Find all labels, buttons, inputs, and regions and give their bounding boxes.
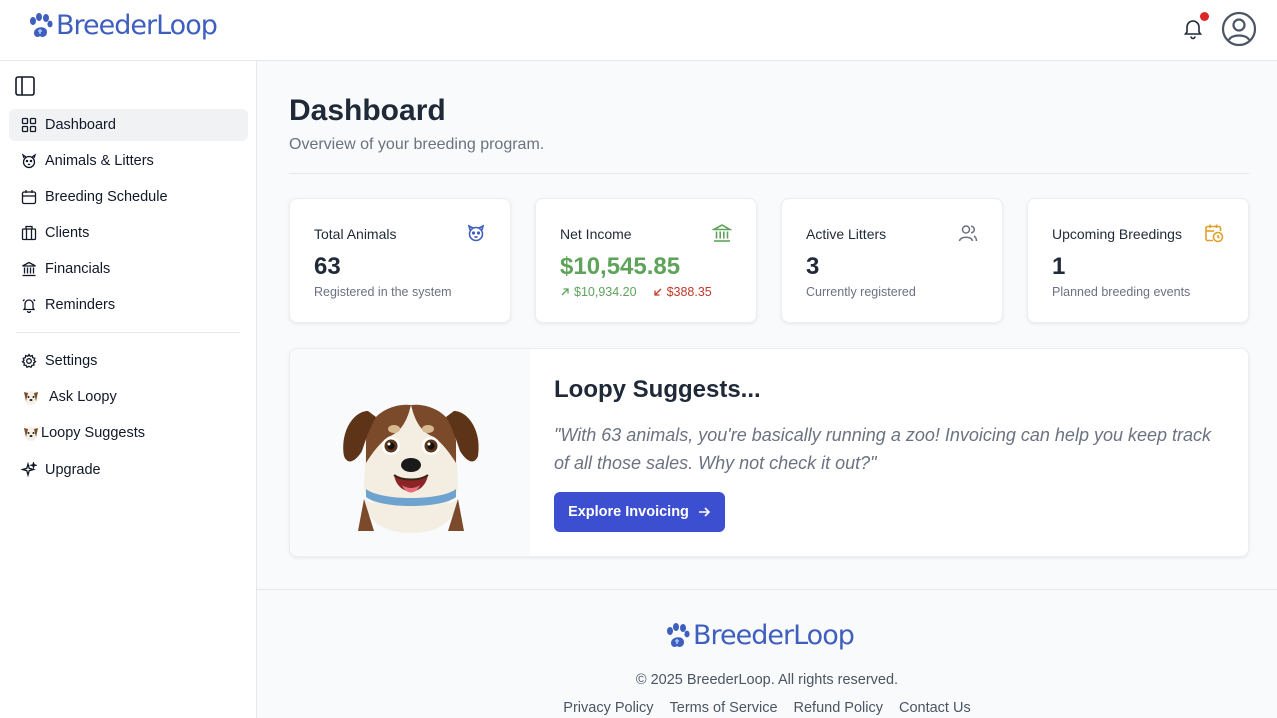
sidebar-item-dashboard[interactable]: Dashboard — [9, 109, 248, 141]
expense-value: $388.35 — [666, 285, 712, 299]
sidebar-item-loopy-suggests[interactable]: Loopy Suggests — [9, 417, 248, 449]
footer-links: Privacy Policy Terms of Service Refund P… — [257, 700, 1277, 716]
suggest-quote: "With 63 animals, you're basically runni… — [554, 425, 1212, 473]
income-total: $10,934.20 — [560, 285, 637, 299]
sidebar-item-breeding-schedule[interactable]: Breeding Schedule — [9, 181, 248, 213]
dog-emoji-icon — [24, 391, 38, 405]
stat-title: Net Income — [560, 226, 632, 242]
explore-invoicing-button[interactable]: Explore Invoicing — [554, 492, 725, 532]
sidebar: Dashboard Animals & Litters Breeding Sch… — [0, 61, 257, 718]
footer-link-contact[interactable]: Contact Us — [899, 700, 971, 716]
page-subtitle: Overview of your breeding program. — [289, 136, 545, 153]
sidebar-item-label: Clients — [45, 225, 90, 241]
notification-dot — [1200, 12, 1209, 21]
button-label: Explore Invoicing — [568, 504, 689, 520]
sidebar-item-label: Settings — [45, 353, 98, 369]
footer-link-refund[interactable]: Refund Policy — [794, 700, 883, 716]
paw-icon — [667, 622, 690, 647]
expense-total: $388.35 — [653, 285, 712, 299]
sidebar-item-label: Breeding Schedule — [45, 189, 168, 205]
mascot-panel — [290, 349, 530, 556]
arrow-right-icon — [698, 507, 711, 517]
sidebar-item-label: Dashboard — [45, 117, 116, 133]
income-value: $10,934.20 — [574, 285, 637, 299]
brand-name: BreederLoop — [56, 10, 218, 41]
sparkles-icon — [21, 462, 37, 478]
sidebar-item-settings[interactable]: Settings — [9, 345, 248, 377]
users-icon — [958, 225, 978, 242]
sidebar-item-label: Ask Loopy — [49, 389, 117, 405]
sidebar-item-financials[interactable]: Financials — [9, 253, 248, 285]
stat-card-upcoming-breedings: Upcoming Breedings 1 Planned breeding ev… — [1027, 198, 1249, 323]
loopy-dog-illustration — [343, 404, 479, 533]
page-title: Dashboard — [289, 94, 446, 127]
stat-subtext: Planned breeding events — [1052, 285, 1191, 299]
calendar-icon — [21, 190, 37, 205]
arrow-up-right-icon — [561, 288, 569, 296]
dog-emoji-icon — [24, 427, 38, 441]
dog-face-icon — [21, 153, 37, 169]
sidebar-item-label: Financials — [45, 261, 111, 277]
gear-icon — [21, 353, 37, 369]
stat-card-active-litters: Active Litters 3 Currently registered — [781, 198, 1003, 323]
footer-logo[interactable]: BreederLoop — [663, 620, 855, 651]
brand-name: BreederLoop — [693, 620, 855, 651]
stat-card-total-animals: Total Animals 63 Registered in the syste… — [289, 198, 511, 323]
stat-card-net-income: Net Income $10,545.85 $10,934.20 $388.35 — [535, 198, 757, 323]
stat-subtext: Registered in the system — [314, 285, 452, 299]
calendar-clock-icon — [1205, 224, 1224, 243]
sidebar-item-clients[interactable]: Clients — [9, 217, 248, 249]
stat-value: 63 — [314, 253, 341, 280]
sidebar-item-reminders[interactable]: Reminders — [9, 289, 248, 321]
bank-icon — [22, 261, 36, 277]
loopy-suggests-card: Loopy Suggests... "With 63 animals, you'… — [289, 348, 1249, 557]
sidebar-item-animals-litters[interactable]: Animals & Litters — [9, 145, 248, 177]
stat-title: Upcoming Breedings — [1052, 226, 1182, 242]
copyright-text: © 2025 BreederLoop. All rights reserved. — [635, 672, 899, 688]
sidebar-item-label: Upgrade — [45, 462, 101, 478]
building-icon — [21, 225, 37, 241]
stat-value: $10,545.85 — [560, 253, 681, 280]
title-divider — [289, 173, 1249, 174]
sidebar-divider — [16, 332, 240, 333]
grid-icon — [21, 117, 37, 133]
stat-value: 3 — [806, 253, 820, 280]
stat-subtext: Currently registered — [806, 285, 916, 299]
arrow-down-left-icon — [653, 288, 662, 296]
income-breakdown: $10,934.20 $388.35 — [560, 285, 712, 299]
suggest-title: Loopy Suggests... — [554, 376, 761, 403]
footer-link-terms[interactable]: Terms of Service — [670, 700, 778, 716]
bank-icon — [712, 224, 732, 242]
stat-title: Total Animals — [314, 226, 397, 242]
user-avatar-icon[interactable] — [1221, 11, 1257, 47]
bell-icon — [22, 299, 36, 313]
top-header: BreederLoop — [0, 0, 1277, 61]
footer: BreederLoop © 2025 BreederLoop. All righ… — [257, 589, 1277, 718]
sidebar-item-label: Loopy Suggests — [41, 425, 145, 441]
sidebar-toggle-icon[interactable] — [14, 75, 36, 97]
main-content: Dashboard Overview of your breeding prog… — [257, 61, 1277, 718]
dog-face-icon — [467, 224, 485, 242]
stat-title: Active Litters — [806, 226, 887, 242]
stat-value: 1 — [1052, 253, 1066, 280]
footer-link-privacy[interactable]: Privacy Policy — [563, 700, 653, 716]
sidebar-item-label: Reminders — [45, 297, 116, 313]
paw-icon — [30, 12, 53, 37]
sidebar-item-label: Animals & Litters — [45, 153, 154, 169]
sidebar-item-ask-loopy[interactable]: Ask Loopy — [9, 381, 248, 413]
brand-logo[interactable]: BreederLoop — [26, 10, 218, 41]
sidebar-item-upgrade[interactable]: Upgrade — [9, 454, 248, 486]
